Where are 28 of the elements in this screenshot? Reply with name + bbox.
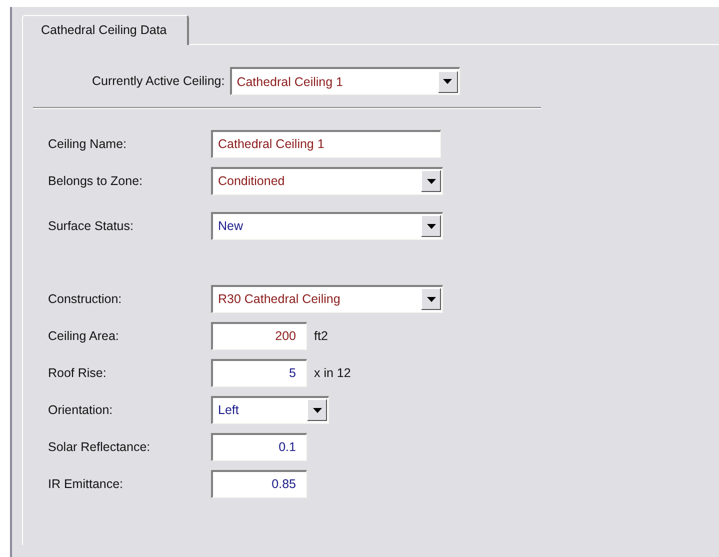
input-field[interactable]: 200 xyxy=(211,322,307,350)
input-field[interactable]: 0.1 xyxy=(211,432,307,460)
field-label: Orientation: xyxy=(48,402,114,416)
caret-icon xyxy=(307,399,327,421)
dropdown[interactable]: R30 Cathedral Ceiling xyxy=(211,284,443,312)
input-field[interactable]: 0.85 xyxy=(211,470,307,498)
caret-icon xyxy=(438,70,458,92)
field-label: IR Emittance: xyxy=(48,476,124,490)
field-label: Roof Rise: xyxy=(48,366,108,380)
caret-icon xyxy=(421,288,441,310)
field-label: Ceiling Area: xyxy=(48,328,120,342)
field-label: Ceiling Name: xyxy=(48,136,128,150)
unit-label: x in 12 xyxy=(314,366,351,380)
unit-label: ft2 xyxy=(314,328,328,342)
field-label: Construction: xyxy=(48,292,123,306)
tab[interactable]: Cathedral Ceiling Data xyxy=(22,15,189,45)
field-label: Currently Active Ceiling: xyxy=(92,74,225,88)
input-field[interactable]: 5 xyxy=(211,358,307,386)
field-label: Surface Status: xyxy=(48,218,134,232)
dropdown[interactable]: Cathedral Ceiling 1 xyxy=(230,67,460,95)
field-label: Solar Reflectance: xyxy=(48,440,152,454)
dropdown[interactable]: Left xyxy=(211,396,329,424)
dropdown[interactable]: New xyxy=(211,212,443,240)
field-label: Belongs to Zone: xyxy=(48,174,144,188)
input-field[interactable]: Cathedral Ceiling 1 xyxy=(211,130,441,158)
dropdown[interactable]: Conditioned xyxy=(211,166,443,194)
caret-icon xyxy=(421,170,441,192)
caret-icon xyxy=(421,215,441,237)
